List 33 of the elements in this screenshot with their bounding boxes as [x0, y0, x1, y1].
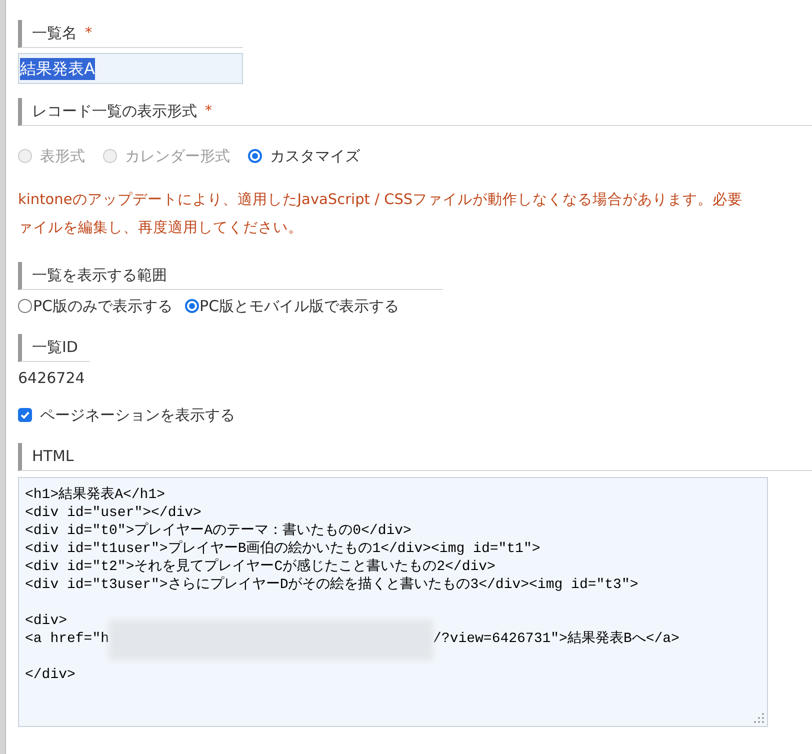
field-label: 一覧名 [32, 23, 77, 44]
required-mark: * [205, 102, 212, 121]
option-label: PC版とモバイル版で表示する [200, 296, 400, 317]
code-text: /?view=6426731">結果発表Bへ</a> [433, 630, 680, 648]
id-value: 6426724 [18, 368, 85, 388]
html-code-editor[interactable] [18, 477, 768, 727]
option-label: カスタマイズ [270, 146, 360, 167]
required-mark: * [85, 24, 92, 43]
field-label: HTML [32, 446, 74, 468]
radio-button[interactable] [18, 299, 32, 313]
code-line: <div id="t0">プレイヤーAのテーマ：書いたもの0</div> [25, 522, 412, 540]
warning-text: kintoneのアップデートにより、適用したJavaScript / CSSファイルが動作しなくなる場合があります。必要 [18, 190, 744, 210]
radio-button[interactable] [248, 149, 262, 163]
code-line: <h1>結果発表A</h1> [25, 486, 166, 504]
code-line: <div> [25, 612, 68, 630]
code-line: <div id="t3user">さらにプレイヤーDがその絵を描くと書いたもの3</div><img id="t3"> [25, 576, 638, 594]
code-line: </div> [25, 666, 76, 684]
field-label: 一覧ID [32, 337, 78, 358]
checkbox-label: ページネーションを表示する [40, 404, 235, 426]
code-line: <div id="user"></div> [25, 504, 202, 522]
option-label: PC版のみで表示する [33, 296, 173, 317]
warning-text: ァイルを編集し、再度適用してください。 [18, 218, 304, 238]
checkbox[interactable] [18, 408, 32, 422]
code-text: <a href="h [25, 630, 110, 648]
field-label: 一覧を表示する範囲 [32, 265, 167, 286]
field-label: レコード一覧の表示形式 [32, 101, 197, 122]
resize-grip-icon[interactable] [753, 712, 765, 724]
code-line: <div id="t1user">プレイヤーB画伯の絵かいたもの1</div><img id="t1"> [25, 540, 540, 558]
code-line: <div id="t2">それを見てプレイヤーCが感じたこと書いたもの2</div> [25, 558, 496, 576]
option-label: カレンダー形式 [125, 146, 230, 167]
option-label: 表形式 [40, 146, 85, 167]
name-input-field[interactable]: 結果発表A [18, 53, 243, 84]
radio-button[interactable] [184, 299, 199, 313]
